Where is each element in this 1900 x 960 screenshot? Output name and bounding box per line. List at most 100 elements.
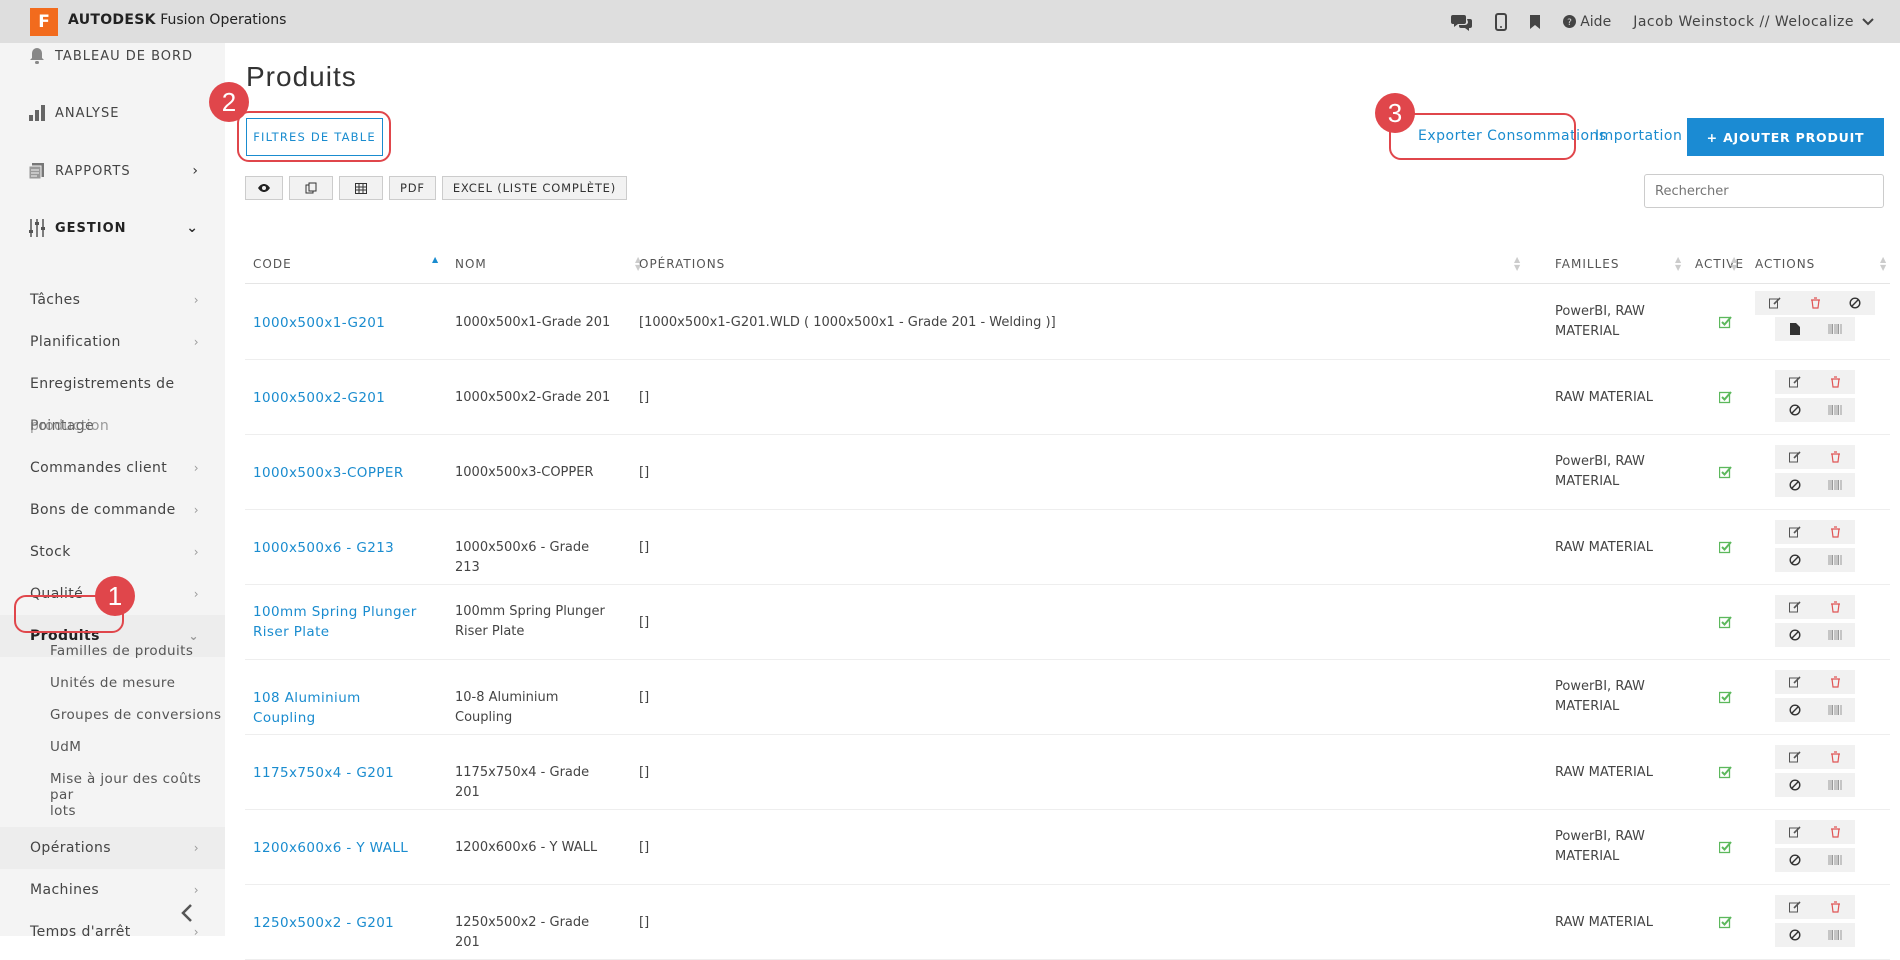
disable-button[interactable] (1775, 548, 1815, 572)
disable-button[interactable] (1775, 398, 1815, 422)
barcode-button[interactable] (1815, 398, 1855, 422)
sort-asc-icon[interactable]: ▲ (432, 256, 438, 264)
add-product-button[interactable]: + AJOUTER PRODUIT (1687, 118, 1884, 156)
sidebar-item-bons-de-commande[interactable]: Bons de commande › (0, 489, 225, 531)
bookmark-icon[interactable] (1529, 14, 1541, 30)
disable-button[interactable] (1775, 848, 1815, 872)
delete-button[interactable] (1795, 291, 1835, 315)
sidebar-subitem-maj-couts[interactable]: Mise à jour des coûts par (50, 771, 225, 803)
product-code-link[interactable]: 100mm Spring Plunger Riser Plate (253, 602, 418, 642)
disable-button[interactable] (1775, 623, 1815, 647)
bar-chart-icon (28, 104, 50, 122)
chat-icon[interactable] (1451, 13, 1473, 31)
delete-button[interactable] (1815, 895, 1855, 919)
sidebar-section-rapports[interactable]: RAPPORTS › (0, 142, 225, 200)
product-families: RAW MATERIAL (1555, 540, 1653, 555)
sidebar-item-label: Stock (30, 544, 71, 560)
barcode-button[interactable] (1815, 623, 1855, 647)
sidebar-item-planification[interactable]: Planification › (0, 321, 225, 363)
delete-button[interactable] (1815, 370, 1855, 394)
edit-icon (1789, 901, 1801, 913)
header-operations[interactable]: OPÉRATIONS (639, 257, 725, 271)
chevron-left-icon[interactable] (180, 903, 194, 927)
sidebar-item-pointage[interactable]: Pointage (0, 405, 225, 447)
disable-button[interactable] (1775, 923, 1815, 947)
product-code-link[interactable]: 1250x500x2 - G201 (253, 913, 418, 933)
product-code-link[interactable]: 1000x500x2-G201 (253, 388, 418, 408)
header-nom[interactable]: NOM (455, 257, 487, 271)
search-input[interactable] (1644, 174, 1884, 208)
delete-icon (1830, 376, 1840, 388)
delete-button[interactable] (1815, 595, 1855, 619)
edit-button[interactable] (1775, 445, 1815, 469)
sidebar-item-enregistrements[interactable]: Enregistrements de (0, 363, 225, 405)
user-menu[interactable]: Jacob Weinstock // Welocalize (1633, 14, 1874, 30)
sort-icon[interactable]: ▲ ▼ (1514, 256, 1520, 272)
product-code-link[interactable]: 1200x600x6 - Y WALL (253, 838, 418, 858)
edit-button[interactable] (1775, 895, 1815, 919)
barcode-button[interactable] (1815, 317, 1855, 341)
disable-button[interactable] (1775, 773, 1815, 797)
sidebar-item-label: Temps d'arrêt (30, 924, 131, 936)
sort-icon[interactable]: ▲ ▼ (1731, 256, 1737, 272)
edit-button[interactable] (1775, 670, 1815, 694)
delete-button[interactable] (1815, 445, 1855, 469)
barcode-button[interactable] (1815, 773, 1855, 797)
disable-button[interactable] (1775, 473, 1815, 497)
excel-button[interactable]: EXCEL (LISTE COMPLÈTE) (441, 176, 627, 200)
sidebar-subitem-unites[interactable]: Unités de mesure (50, 675, 175, 691)
table-row: 1000x500x1-G201 1000x500x1-Grade 201 [1000… (245, 285, 1890, 360)
sidebar-subitem-familles[interactable]: Familles de produits (50, 643, 193, 659)
edit-button[interactable] (1775, 370, 1815, 394)
sidebar-item-operations[interactable]: Opérations › (0, 827, 225, 869)
delete-button[interactable] (1815, 520, 1855, 544)
copy-button[interactable] (289, 176, 333, 200)
edit-button[interactable] (1775, 520, 1815, 544)
sort-icon[interactable]: ▲ ▼ (1880, 256, 1886, 272)
disable-button[interactable] (1775, 698, 1815, 722)
sidebar-item-taches[interactable]: Tâches › (0, 279, 225, 321)
barcode-button[interactable] (1815, 473, 1855, 497)
csv-button[interactable] (339, 176, 383, 200)
sidebar-section-dashboard[interactable]: TABLEAU DE BORD (0, 43, 225, 85)
delete-button[interactable] (1815, 670, 1855, 694)
barcode-button[interactable] (1815, 698, 1855, 722)
column-visibility-button[interactable] (245, 176, 283, 200)
sort-icon[interactable]: ▲ ▼ (1675, 256, 1681, 272)
product-code-link[interactable]: 1000x500x1-G201 (253, 313, 418, 333)
delete-button[interactable] (1815, 820, 1855, 844)
product-code-link[interactable]: 1000x500x6 - G213 (253, 538, 418, 558)
chevron-right-icon: › (193, 293, 199, 307)
active-check-icon (1718, 539, 1732, 558)
import-link[interactable]: Importation (1595, 128, 1682, 144)
help-link[interactable]: ? Aide (1563, 14, 1611, 30)
header-code[interactable]: CODE (253, 257, 292, 271)
sidebar-subitem-groupes[interactable]: Groupes de conversions (50, 707, 221, 723)
help-label: Aide (1580, 13, 1612, 30)
app-logo[interactable]: F (30, 8, 58, 36)
mobile-icon[interactable] (1495, 12, 1508, 31)
sidebar-item-stock[interactable]: Stock › (0, 531, 225, 573)
active-check-icon (1718, 389, 1732, 408)
page-title: Produits (246, 61, 357, 92)
edit-button[interactable] (1775, 745, 1815, 769)
product-code-link[interactable]: 1000x500x3-COPPER (253, 463, 418, 483)
disable-button[interactable] (1835, 291, 1875, 315)
document-button[interactable] (1775, 317, 1815, 341)
sidebar-subitem-lots[interactable]: lots (50, 803, 76, 819)
header-familles[interactable]: FAMILLES (1555, 257, 1619, 271)
sidebar-subitem-udm[interactable]: UdM (50, 739, 81, 755)
sidebar-section-gestion[interactable]: GESTION ⌄ (0, 199, 225, 257)
product-code-link[interactable]: 1175x750x4 - G201 (253, 763, 418, 783)
barcode-button[interactable] (1815, 923, 1855, 947)
pdf-button[interactable]: PDF (389, 176, 436, 200)
sidebar-item-commandes-client[interactable]: Commandes client › (0, 447, 225, 489)
delete-button[interactable] (1815, 745, 1855, 769)
edit-button[interactable] (1775, 820, 1815, 844)
product-code-link[interactable]: 108 Aluminium Coupling (253, 688, 418, 728)
edit-button[interactable] (1775, 595, 1815, 619)
edit-button[interactable] (1755, 291, 1795, 315)
sidebar-section-analyse[interactable]: ANALYSE (0, 84, 225, 142)
barcode-button[interactable] (1815, 548, 1855, 572)
barcode-button[interactable] (1815, 848, 1855, 872)
